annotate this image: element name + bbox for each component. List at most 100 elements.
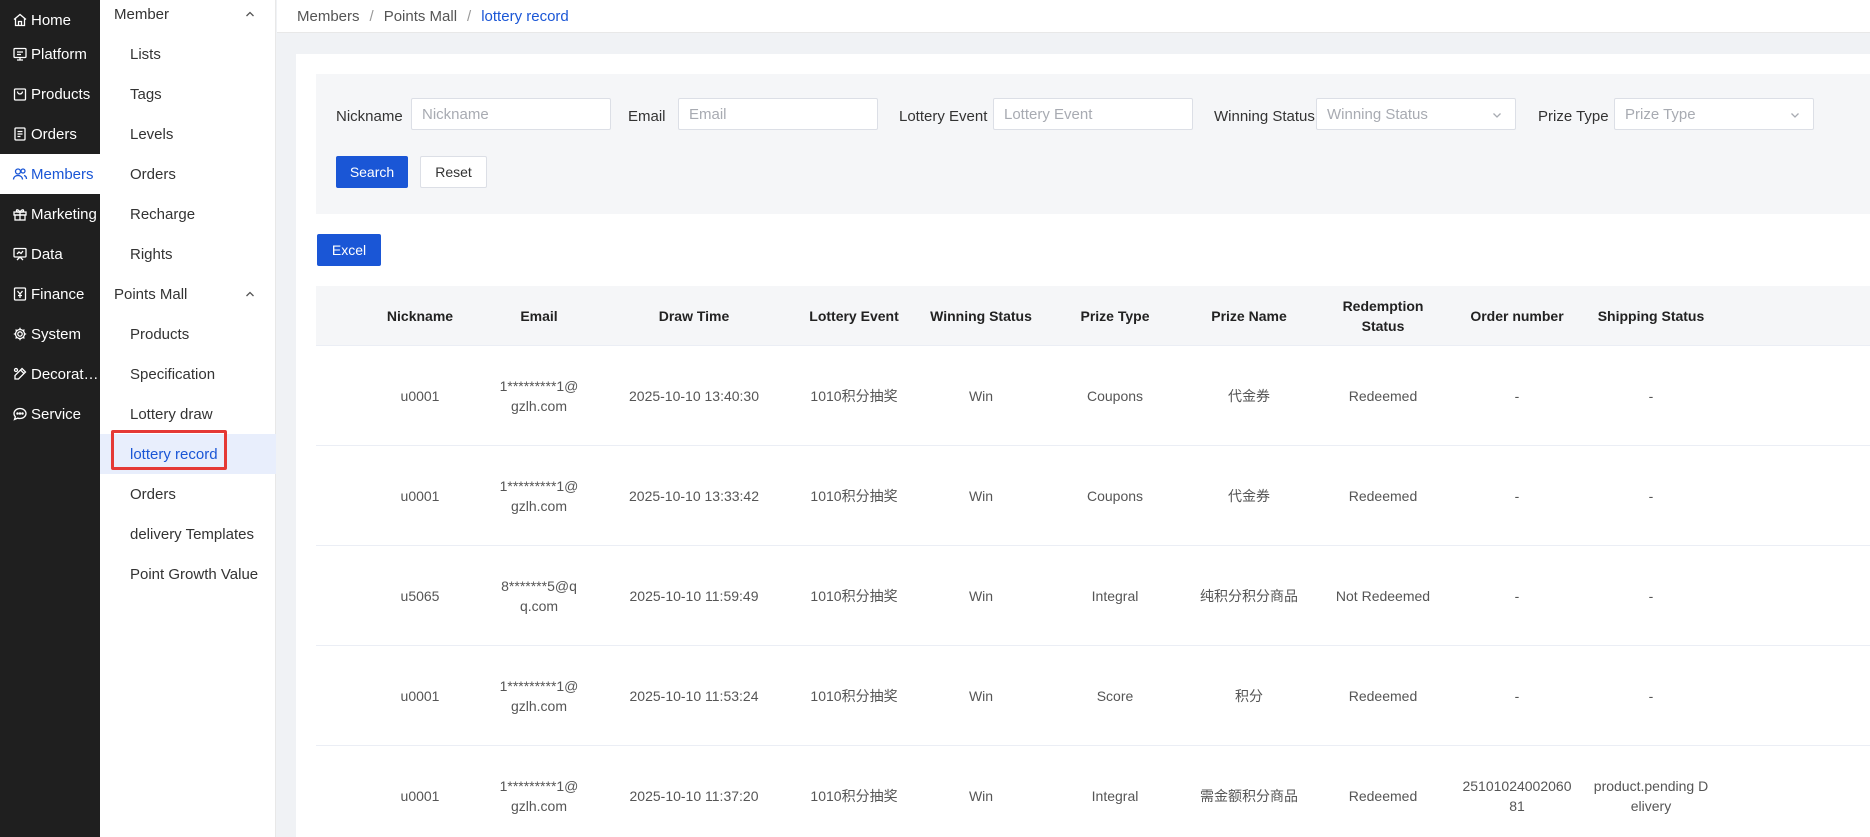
column-header-prize-name: Prize Name xyxy=(1211,308,1287,324)
bag-icon xyxy=(12,86,28,102)
column-header-shipping-status: Shipping Status xyxy=(1597,308,1705,324)
nav-item-service[interactable]: Service xyxy=(0,394,100,434)
cell-prize-name: 积分 xyxy=(1235,688,1263,704)
cell-shipping-status: - xyxy=(1648,688,1654,704)
cell-draw-time: 2025-10-10 13:33:42 xyxy=(629,488,759,504)
winning-status-select[interactable]: Winning Status xyxy=(1316,98,1516,130)
winning-status-placeholder: Winning Status xyxy=(1327,105,1428,123)
lottery-event-input[interactable] xyxy=(993,98,1193,130)
nav-item-label: Home xyxy=(31,11,72,29)
nav-item-finance[interactable]: Finance xyxy=(0,274,100,314)
cell-prize-type: Coupons xyxy=(1086,488,1144,504)
prize-type-placeholder: Prize Type xyxy=(1625,105,1696,123)
nav-item-platform[interactable]: Platform xyxy=(0,34,100,74)
nav-item-label: Marketing xyxy=(31,205,97,223)
chevron-down-icon xyxy=(1791,113,1799,118)
table-row: u5065 8*******5@qq.com 2025-10-10 11:59:… xyxy=(316,546,1870,646)
nav-item-decoration[interactable]: Decorat… xyxy=(0,354,100,394)
nav-item-label: System xyxy=(31,325,82,343)
cell-nickname: u5065 xyxy=(400,588,440,604)
cell-order-number: - xyxy=(1514,488,1520,504)
search-button[interactable]: Search xyxy=(336,156,408,188)
cell-email: 1*********1@gzlh.com xyxy=(499,778,579,814)
column-header-lottery-event: Lottery Event xyxy=(809,308,899,324)
submenu-item-levels[interactable]: Levels xyxy=(100,114,276,154)
reset-button[interactable]: Reset xyxy=(420,156,487,188)
submenu-item-lists[interactable]: Lists xyxy=(100,34,276,74)
submenu-item-label: Products xyxy=(130,325,190,343)
cell-order-number: - xyxy=(1514,388,1520,404)
submenu-item-delivery-templates[interactable]: delivery Templates xyxy=(100,514,276,554)
submenu-item-label: Specification xyxy=(130,365,216,383)
presentation-icon xyxy=(12,246,28,262)
submenu-item-label: lottery record xyxy=(130,445,218,463)
sub-menu: Member Lists Tags Levels Orders Recharge… xyxy=(100,0,276,837)
submenu-item-point-growth-value[interactable]: Point Growth Value xyxy=(100,554,276,594)
nav-item-label: Data xyxy=(31,245,63,263)
cell-shipping-status: product.pending Delivery xyxy=(1593,778,1709,814)
prize-type-select[interactable]: Prize Type xyxy=(1614,98,1814,130)
cell-lottery-event: 1010积分抽奖 xyxy=(810,388,898,404)
cell-winning-status: Win xyxy=(968,488,994,504)
nav-item-label: Service xyxy=(31,405,82,423)
submenu-item-specification[interactable]: Specification xyxy=(100,354,276,394)
nav-item-marketing[interactable]: Marketing xyxy=(0,194,100,234)
breadcrumb: Members / Points Mall / lottery record xyxy=(277,0,1870,33)
cell-email: 1*********1@gzlh.com xyxy=(499,478,579,514)
nav-item-label: Platform xyxy=(31,45,87,63)
monitor-icon xyxy=(12,46,28,62)
submenu-item-products[interactable]: Products xyxy=(100,314,276,354)
submenu-group-points-mall[interactable]: Points Mall xyxy=(100,274,276,314)
submenu-item-recharge[interactable]: Recharge xyxy=(100,194,276,234)
cell-winning-status: Win xyxy=(968,688,994,704)
submenu-item-tags[interactable]: Tags xyxy=(100,74,276,114)
cell-lottery-event: 1010积分抽奖 xyxy=(810,688,898,704)
table-row: u0001 1*********1@gzlh.com 2025-10-10 13… xyxy=(316,446,1870,546)
submenu-item-points-orders[interactable]: Orders xyxy=(100,474,276,514)
wallet-icon xyxy=(12,286,28,302)
cell-order-number: - xyxy=(1514,588,1520,604)
table-row: u0001 1*********1@gzlh.com 2025-10-10 11… xyxy=(316,646,1870,746)
submenu-item-lottery-draw[interactable]: Lottery draw xyxy=(100,394,276,434)
submenu-item-orders[interactable]: Orders xyxy=(100,154,276,194)
submenu-item-label: Levels xyxy=(130,125,174,143)
cell-redemption-status: Redeemed xyxy=(1348,388,1418,404)
nav-item-orders[interactable]: Orders xyxy=(0,114,100,154)
filter-panel: Nickname Email Lottery Event Winning Sta… xyxy=(316,74,1870,214)
cell-draw-time: 2025-10-10 11:37:20 xyxy=(629,788,759,804)
table-row: u0001 1*********1@gzlh.com 2025-10-10 13… xyxy=(316,346,1870,446)
cell-order-number: - xyxy=(1514,688,1520,704)
breadcrumb-separator: / xyxy=(369,7,374,25)
submenu-item-lottery-record[interactable]: lottery record xyxy=(100,434,276,474)
chevron-up-icon xyxy=(246,11,254,17)
document-icon xyxy=(12,126,28,142)
cell-shipping-status: - xyxy=(1648,588,1654,604)
cell-redemption-status: Redeemed xyxy=(1348,488,1418,504)
nav-item-members[interactable]: Members xyxy=(0,154,100,194)
nav-item-products[interactable]: Products xyxy=(0,74,100,114)
nickname-input[interactable] xyxy=(411,98,611,130)
cell-prize-type: Score xyxy=(1096,688,1134,704)
column-header-redemption-status: Redemption Status xyxy=(1342,298,1424,334)
gear-icon xyxy=(12,326,28,342)
email-input[interactable] xyxy=(678,98,878,130)
paint-icon xyxy=(12,366,28,382)
column-header-winning-status: Winning Status xyxy=(930,308,1032,324)
cell-lottery-event: 1010积分抽奖 xyxy=(810,788,898,804)
main-nav: Home Platform Products Orders Members Ma… xyxy=(0,0,100,837)
submenu-item-rights[interactable]: Rights xyxy=(100,234,276,274)
nav-item-system[interactable]: System xyxy=(0,314,100,354)
breadcrumb-item-points-mall[interactable]: Points Mall xyxy=(384,8,457,25)
users-icon xyxy=(12,166,28,182)
chevron-up-icon xyxy=(246,291,254,297)
cell-prize-name: 代金券 xyxy=(1228,388,1270,404)
excel-export-button[interactable]: Excel xyxy=(317,234,381,266)
column-header-draw-time: Draw Time xyxy=(658,308,730,324)
cell-shipping-status: - xyxy=(1648,388,1654,404)
submenu-item-label: Lottery draw xyxy=(130,405,213,423)
submenu-group-member[interactable]: Member xyxy=(100,0,276,34)
nav-item-data[interactable]: Data xyxy=(0,234,100,274)
nav-item-label: Products xyxy=(31,85,91,103)
lottery-event-label: Lottery Event xyxy=(899,108,988,125)
breadcrumb-item-members[interactable]: Members xyxy=(297,8,360,25)
